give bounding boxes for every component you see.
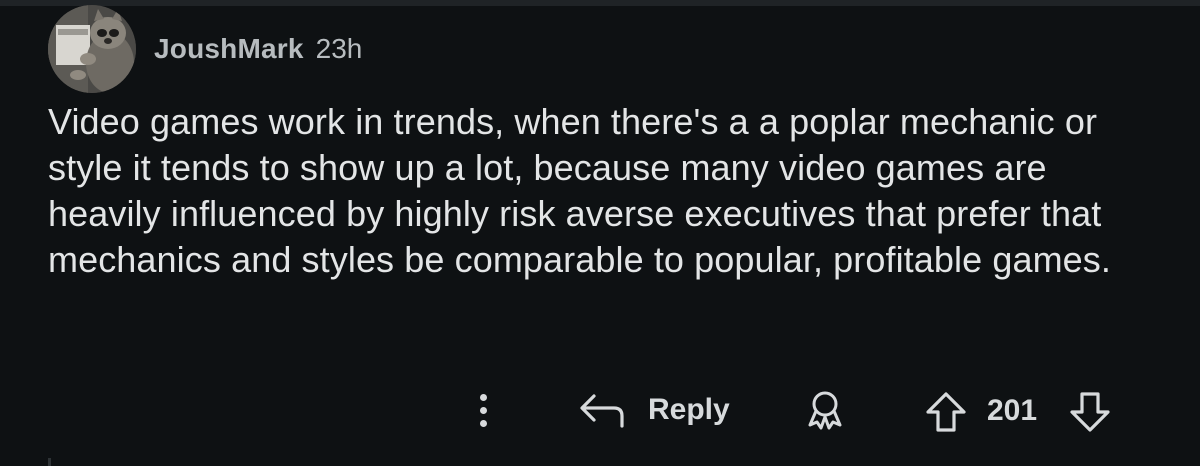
reply-label: Reply (648, 393, 730, 426)
downvote-arrow-icon (1070, 392, 1110, 432)
upvote-arrow-icon (926, 392, 966, 432)
more-options-button[interactable] (468, 386, 498, 434)
comment-body: Video games work in trends, when there's… (48, 101, 1112, 280)
avatar[interactable] (48, 5, 136, 93)
raccoon-avatar-icon (48, 5, 136, 93)
author-name[interactable]: JoushMark (154, 33, 304, 65)
award-icon (808, 391, 842, 430)
comment-actions: Reply 201 (0, 382, 1200, 438)
more-vertical-icon-dot (479, 419, 487, 427)
thread-line (48, 458, 51, 466)
reply-arrow-icon (580, 394, 624, 428)
downvote-button[interactable] (1068, 390, 1112, 434)
comment-header: JoushMark 23h (48, 5, 362, 93)
upvote-button[interactable] (924, 390, 968, 434)
award-button[interactable] (802, 388, 848, 432)
timestamp: 23h (315, 33, 363, 64)
more-vertical-icon (479, 393, 487, 401)
more-vertical-icon-dot (479, 406, 487, 414)
vote-score: 201 (987, 394, 1038, 427)
comment: JoushMark 23h Video games work in trends… (0, 0, 1200, 466)
reply-button[interactable]: Reply (578, 388, 730, 432)
